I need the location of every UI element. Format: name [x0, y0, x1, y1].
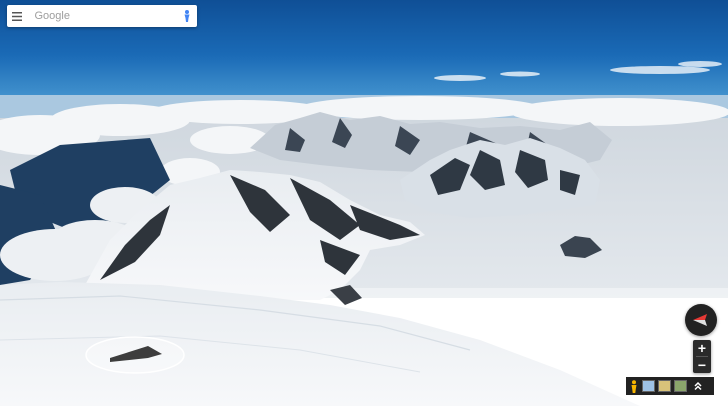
- pegman-button[interactable]: [177, 5, 198, 27]
- hamburger-menu-icon: [12, 11, 23, 21]
- street-view-thumbnail-bar: [626, 377, 714, 395]
- navigation-arrow[interactable]: [85, 336, 185, 374]
- pegman-icon: [184, 10, 190, 22]
- street-view-panorama[interactable]: [0, 0, 728, 406]
- imagery-thumbnail-2[interactable]: [658, 380, 671, 392]
- pegman-icon[interactable]: [629, 379, 639, 393]
- search-box: [7, 5, 197, 27]
- imagery-thumbnail-1[interactable]: [642, 380, 655, 392]
- compass-control[interactable]: [685, 304, 717, 336]
- search-input[interactable]: [27, 6, 177, 26]
- imagery-thumbnail-3[interactable]: [674, 380, 687, 392]
- zoom-out-button[interactable]: −: [693, 357, 711, 373]
- zoom-in-button[interactable]: +: [693, 340, 711, 356]
- compass-icon: [693, 314, 707, 326]
- menu-button[interactable]: [7, 5, 28, 27]
- chevron-up-icon[interactable]: [692, 380, 704, 392]
- zoom-control: + −: [693, 340, 711, 373]
